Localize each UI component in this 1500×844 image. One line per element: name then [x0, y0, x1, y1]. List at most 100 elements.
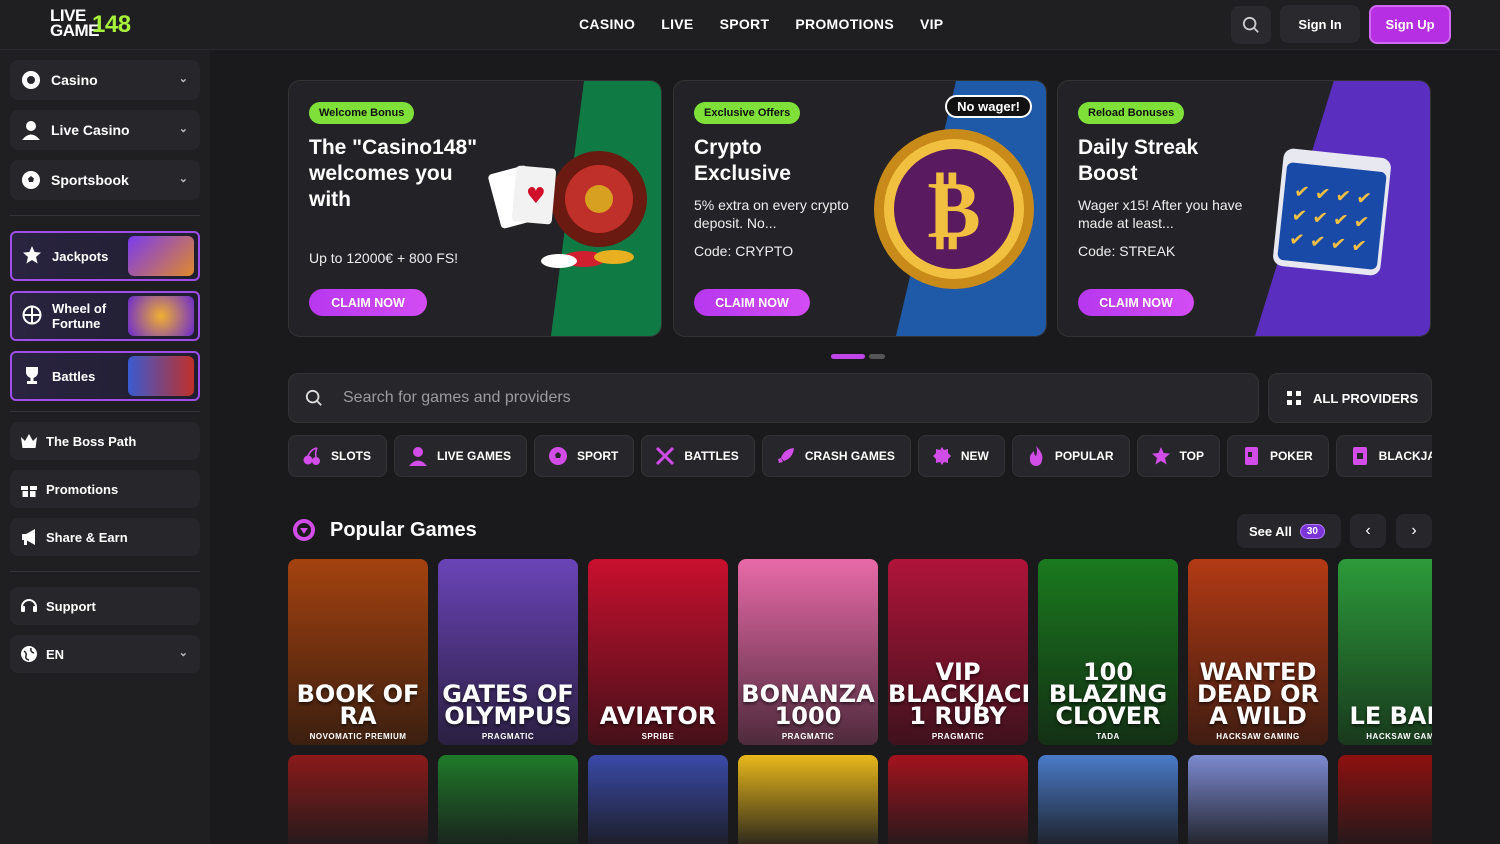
game-title: BOOK OF RA — [296, 680, 420, 730]
search-button[interactable] — [1231, 6, 1271, 44]
crown-icon — [20, 433, 38, 449]
game-tile[interactable]: 100 BLAZING CLOVER TADA — [1038, 559, 1178, 745]
sidebar-item-sportsbook[interactable]: Sportsbook ⌄ — [10, 160, 200, 200]
game-tile[interactable] — [1038, 755, 1178, 844]
nav-casino[interactable]: CASINO — [579, 16, 635, 32]
game-tile[interactable] — [738, 755, 878, 844]
wheel-image — [128, 296, 194, 336]
search-input[interactable]: Search for games and providers — [343, 389, 571, 407]
game-provider: PRAGMATIC — [781, 732, 835, 741]
tab-blackjack[interactable]: BLACKJACK — [1335, 435, 1432, 477]
nav-promotions[interactable]: PROMOTIONS — [795, 16, 894, 32]
sidebar-item-battles[interactable]: Battles — [10, 351, 200, 401]
claim-now-button[interactable]: CLAIM NOW — [694, 289, 810, 316]
chevron-left-icon: ‹ — [1365, 522, 1371, 539]
sidebar-divider — [10, 215, 200, 216]
claim-now-button[interactable]: CLAIM NOW — [1078, 289, 1194, 316]
prev-arrow-button[interactable]: ‹ — [1350, 514, 1386, 548]
sidebar-item-casino[interactable]: Casino ⌄ — [10, 60, 200, 100]
game-tile[interactable]: LE BAND HACKSAW GAMING — [1338, 559, 1432, 745]
banner-code: Code: STREAK — [1078, 243, 1176, 259]
tab-slots[interactable]: SLOTS — [288, 435, 388, 477]
promo-banner-daily-streak[interactable]: ✔ ✔ ✔ ✔ ✔ ✔ ✔ ✔ ✔ ✔ ✔ ✔ Reload Bonuses D… — [1057, 80, 1431, 337]
tab-sport[interactable]: SPORT — [534, 435, 635, 477]
game-tile[interactable]: AVIATOR SPRIBE — [588, 559, 728, 745]
sidebar-item-jackpots[interactable]: Jackpots — [10, 231, 200, 281]
game-title: VIP BLACKJACK 1 RUBY — [888, 658, 1028, 730]
game-tile[interactable]: BOOK OF RA NOVOMATIC PREMIUM — [288, 559, 428, 745]
star-icon — [1150, 445, 1172, 467]
grid-icon — [1287, 391, 1301, 405]
game-tile[interactable] — [288, 755, 428, 844]
headset-icon — [20, 597, 38, 615]
main-nav: CASINO LIVE SPORT PROMOTIONS VIP — [579, 16, 943, 32]
banner-code: Code: CRYPTO — [694, 243, 794, 259]
star-icon — [22, 245, 42, 268]
chevron-right-icon: › — [1411, 522, 1417, 539]
battles-image — [128, 356, 194, 396]
flame-icon — [1025, 445, 1047, 467]
soccer-ball-icon — [20, 169, 42, 191]
game-tile[interactable] — [438, 755, 578, 844]
all-providers-button[interactable]: ALL PROVIDERS — [1268, 373, 1432, 423]
game-provider: PRAGMATIC — [481, 732, 535, 741]
sidebar-item-label: Share & Earn — [46, 529, 128, 545]
promo-banner-crypto[interactable]: ₿ No wager! Exclusive Offers Crypto Excl… — [673, 80, 1047, 337]
popular-badge-icon — [293, 519, 315, 541]
logo[interactable]: LIVE GAME 148 — [50, 7, 131, 39]
next-arrow-button[interactable]: › — [1396, 514, 1432, 548]
tab-crash-games[interactable]: CRASH GAMES — [761, 435, 911, 477]
svg-text:♥: ♥ — [526, 184, 546, 209]
megaphone-icon — [20, 528, 38, 546]
sidebar-item-share-earn[interactable]: Share & Earn — [10, 518, 200, 556]
promo-banner-welcome[interactable]: ♥ Welcome Bonus The "Casino148" welcomes… — [288, 80, 662, 337]
game-tile[interactable] — [588, 755, 728, 844]
language-label: EN — [46, 646, 65, 662]
banner-badge: Exclusive Offers — [694, 102, 801, 124]
nav-sport[interactable]: SPORT — [720, 16, 770, 32]
tab-top[interactable]: TOP — [1136, 435, 1220, 477]
game-tile[interactable] — [888, 755, 1028, 844]
game-provider: PRAGMATIC — [931, 732, 985, 741]
sidebar-item-promotions[interactable]: Promotions — [10, 470, 200, 508]
tab-poker[interactable]: POKER — [1226, 435, 1329, 477]
ball-icon — [547, 445, 569, 467]
game-tile[interactable]: WANTED DEAD OR A WILD HACKSAW GAMING — [1188, 559, 1328, 745]
tab-battles[interactable]: BATTLES — [641, 435, 755, 477]
nav-live[interactable]: LIVE — [661, 16, 693, 32]
sidebar-item-label: The Boss Path — [46, 433, 137, 449]
tab-popular[interactable]: POPULAR — [1011, 435, 1130, 477]
banner-title: Daily Streak Boost — [1078, 136, 1199, 185]
tab-live-games[interactable]: LIVE GAMES — [394, 435, 528, 477]
claim-now-button[interactable]: CLAIM NOW — [309, 289, 427, 316]
svg-text:₿: ₿ — [927, 163, 980, 256]
sign-in-button[interactable]: Sign In — [1280, 5, 1360, 43]
see-all-button[interactable]: See All 30 — [1237, 514, 1341, 548]
game-tile[interactable]: GATES OF OLYMPUS PRAGMATIC — [438, 559, 578, 745]
sidebar-item-label: Live Casino — [51, 122, 130, 138]
tab-new[interactable]: NEW — [917, 435, 1005, 477]
sign-up-button[interactable]: Sign Up — [1369, 5, 1451, 44]
sidebar-item-boss-path[interactable]: The Boss Path — [10, 422, 200, 460]
sidebar-item-wheel-of-fortune[interactable]: Wheel of Fortune — [10, 291, 200, 341]
chevron-down-icon: ⌄ — [178, 73, 188, 85]
game-tile[interactable] — [1188, 755, 1328, 844]
sidebar-item-support[interactable]: Support — [10, 587, 200, 625]
language-select[interactable]: EN ⌄ — [10, 635, 200, 673]
tab-label: TOP — [1179, 449, 1204, 463]
nav-vip[interactable]: VIP — [920, 16, 943, 32]
no-wager-tag: No wager! — [945, 95, 1032, 118]
chevron-down-icon: ⌄ — [178, 647, 188, 659]
game-title: WANTED DEAD OR A WILD — [1196, 658, 1320, 730]
tab-label: CRASH GAMES — [804, 449, 895, 463]
carousel-dot[interactable] — [869, 354, 885, 359]
game-tile[interactable] — [1338, 755, 1432, 844]
cherry-icon — [301, 445, 323, 467]
carousel-dot-active[interactable] — [831, 354, 865, 359]
game-tile[interactable]: BONANZA 1000 PRAGMATIC — [738, 559, 878, 745]
sidebar-item-live-casino[interactable]: Live Casino ⌄ — [10, 110, 200, 150]
game-search-bar[interactable]: Search for games and providers — [288, 373, 1259, 423]
game-tile[interactable]: VIP BLACKJACK 1 RUBY PRAGMATIC — [888, 559, 1028, 745]
casino-chip-icon — [20, 69, 42, 91]
search-icon — [1242, 16, 1259, 33]
